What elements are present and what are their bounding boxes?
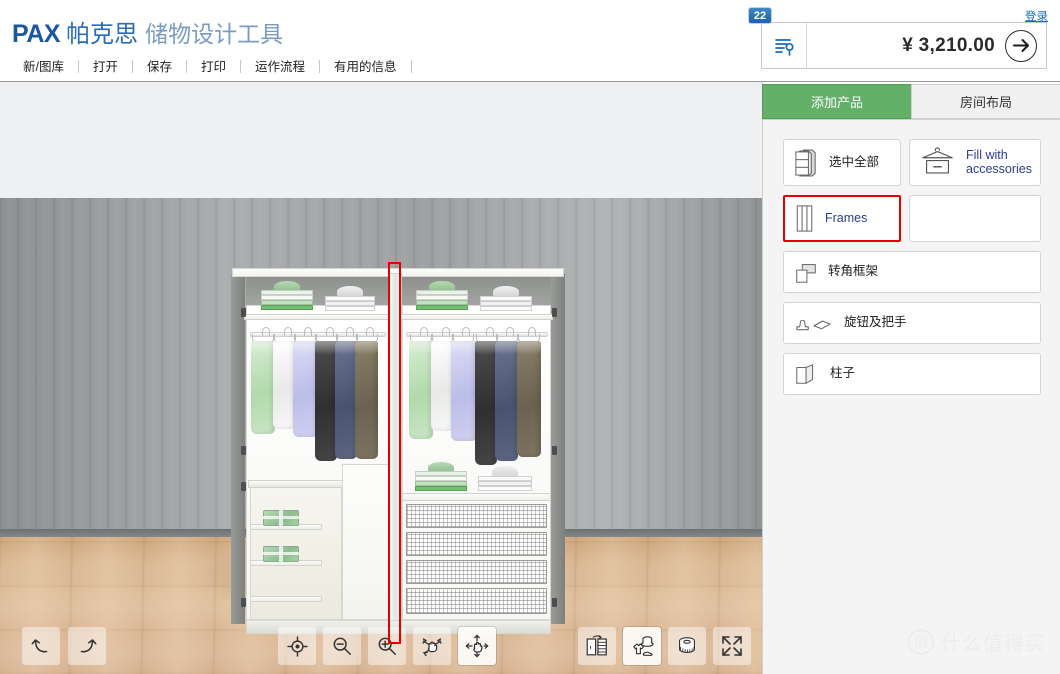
rotate-view-button[interactable] bbox=[413, 627, 451, 665]
panel-row-frames: Frames bbox=[783, 195, 1041, 242]
corner-frame-button[interactable]: 转角框架 bbox=[783, 251, 1041, 293]
hinge bbox=[241, 446, 246, 455]
pan-view-button[interactable] bbox=[458, 627, 496, 665]
left-bay-open-space bbox=[342, 464, 389, 620]
left-shelf-board bbox=[250, 596, 322, 602]
main-menu-bar: 新/图库 打开 保存 打印 运作流程 有用的信息 bbox=[0, 52, 760, 81]
zoom-out-button[interactable] bbox=[323, 627, 361, 665]
hinge bbox=[241, 308, 246, 317]
list-search-icon[interactable] bbox=[762, 23, 807, 68]
folded-stack bbox=[261, 281, 313, 314]
folded-stack bbox=[478, 466, 532, 495]
wire-basket bbox=[406, 504, 547, 528]
pillar-button[interactable]: 柱子 bbox=[783, 353, 1041, 395]
fill-with-accessories-button[interactable]: Fill with accessories bbox=[909, 139, 1041, 186]
hinge bbox=[241, 598, 246, 607]
toggle-doors-button[interactable] bbox=[578, 627, 616, 665]
brand-title: PAX 帕克思 储物设计工具 bbox=[12, 14, 283, 49]
frames-label: Frames bbox=[825, 210, 868, 225]
product-button-grid: 选中全部 Fill with accessories Frames 转角框架 旋… bbox=[783, 139, 1041, 404]
menu-item-save[interactable]: 保存 bbox=[133, 53, 186, 81]
menu-item-workflow[interactable]: 运作流程 bbox=[241, 53, 319, 81]
select-all-button[interactable]: 选中全部 bbox=[783, 139, 901, 186]
knob-handle-icon bbox=[793, 312, 835, 334]
total-price: ¥ 3,210.00 bbox=[902, 34, 995, 56]
panel-body: 选中全部 Fill with accessories Frames 转角框架 旋… bbox=[763, 119, 1060, 674]
folded-stack bbox=[416, 281, 468, 314]
left-shelf-top-surface bbox=[248, 480, 344, 488]
pillar-label: 柱子 bbox=[830, 366, 856, 381]
menu-item-useful-info[interactable]: 有用的信息 bbox=[320, 53, 411, 81]
undo-button[interactable] bbox=[22, 627, 60, 665]
wire-basket bbox=[406, 532, 547, 556]
select-all-label: 选中全部 bbox=[829, 154, 880, 169]
fill-with-accessories-label: Fill with accessories bbox=[966, 148, 1032, 176]
watermark-logo: 值 bbox=[908, 628, 934, 655]
hinge bbox=[552, 598, 557, 607]
tab-room-layout[interactable]: 房间布局 bbox=[911, 84, 1060, 119]
frames-button[interactable]: Frames bbox=[783, 195, 901, 242]
wire-basket bbox=[406, 560, 547, 584]
left-top-shelf bbox=[244, 314, 391, 320]
frame-selection-rectangle[interactable] bbox=[388, 262, 401, 644]
scene-ceiling bbox=[0, 82, 762, 198]
hinge bbox=[552, 446, 557, 455]
stacked-frames-icon bbox=[793, 148, 820, 178]
cart-count-badge: 22 bbox=[748, 7, 772, 24]
folded-stack bbox=[415, 462, 467, 495]
cart-summary-box[interactable]: ¥ 3,210.00 bbox=[761, 22, 1047, 69]
menu-divider bbox=[410, 60, 412, 73]
menu-item-new-gallery[interactable]: 新/图库 bbox=[9, 53, 78, 81]
frame-icon bbox=[794, 203, 816, 234]
menu-item-open[interactable]: 打开 bbox=[79, 53, 132, 81]
pillar-icon bbox=[793, 361, 821, 387]
corner-frame-icon bbox=[793, 259, 819, 285]
tab-add-product[interactable]: 添加产品 bbox=[762, 84, 912, 119]
watermark-text: 什么值得买 bbox=[941, 633, 1046, 655]
wire-basket bbox=[406, 588, 547, 614]
right-top-shelf bbox=[400, 314, 553, 320]
pax-planner-app: PAX 帕克思 储物设计工具 登录 新/图库 打开 保存 打印 运作流程 有用的信息… bbox=[0, 0, 1060, 674]
knobs-handles-button[interactable]: 旋钮及把手 bbox=[783, 302, 1041, 344]
hinge bbox=[552, 308, 557, 317]
redo-button[interactable] bbox=[68, 627, 106, 665]
panel-tabs: 添加产品 房间布局 bbox=[762, 84, 1060, 119]
gift-box bbox=[263, 546, 299, 562]
gift-box bbox=[263, 510, 299, 526]
brand-subtitle-cn: 储物设计工具 bbox=[145, 21, 284, 47]
hanger-drawer-icon bbox=[919, 146, 957, 179]
corner-frame-label: 转角框架 bbox=[828, 264, 879, 279]
toggle-accessories-button[interactable] bbox=[623, 627, 661, 665]
menu-item-print[interactable]: 打印 bbox=[187, 53, 240, 81]
site-watermark: 值 什么值得买 bbox=[908, 627, 1046, 656]
folded-stack bbox=[325, 286, 375, 314]
folded-stack bbox=[480, 286, 532, 314]
pax-wardrobe-3d-scene[interactable] bbox=[0, 82, 762, 674]
fullscreen-button[interactable] bbox=[713, 627, 751, 665]
pax-logo: PAX bbox=[12, 20, 61, 48]
recenter-button[interactable] bbox=[278, 627, 316, 665]
app-header: PAX 帕克思 储物设计工具 登录 新/图库 打开 保存 打印 运作流程 有用的信息… bbox=[0, 0, 1060, 82]
frames-row-filler bbox=[909, 195, 1041, 242]
knobs-handles-label: 旋钮及把手 bbox=[844, 315, 907, 330]
arrow-right-icon[interactable] bbox=[1005, 29, 1037, 62]
measure-button[interactable] bbox=[668, 627, 706, 665]
brand-name-cn: 帕克思 bbox=[66, 21, 139, 48]
panel-row-top: 选中全部 Fill with accessories bbox=[783, 139, 1041, 186]
hinge bbox=[241, 482, 246, 491]
right-side-panel: 添加产品 房间布局 选中全部 Fill with accessories Fra… bbox=[762, 82, 1060, 674]
